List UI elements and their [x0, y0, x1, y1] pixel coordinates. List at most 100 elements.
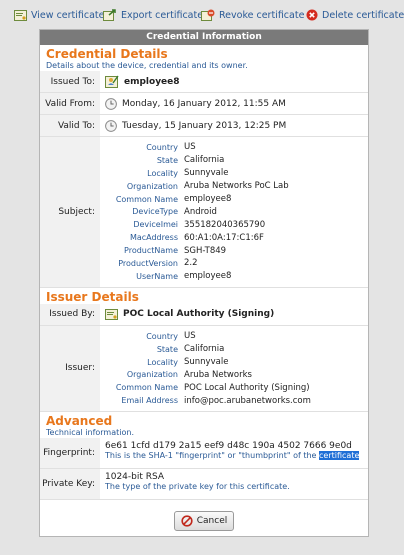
field-value: 2.2: [184, 258, 198, 269]
subject-field: Organization Aruba Networks PoC Lab: [100, 180, 368, 193]
field-key: Organization: [126, 370, 178, 380]
field-key: Email Address: [121, 396, 178, 406]
valid-to-value: Tuesday, 15 January 2013, 12:25 PM: [122, 120, 287, 131]
valid-from-value-cell: Monday, 16 January 2012, 11:55 AM: [100, 93, 368, 114]
delete-certificate-link[interactable]: Delete certificate: [306, 8, 404, 22]
fingerprint-label: Fingerprint:: [40, 438, 100, 469]
field-value: Aruba Networks: [184, 369, 252, 380]
issued-to-value-cell: employee8: [100, 71, 368, 92]
field-key: Country: [146, 142, 178, 152]
valid-from-row: Valid From: Monday, 16 January 2012, 11:…: [40, 93, 368, 115]
field-value: California: [184, 155, 225, 166]
private-key-row: Private Key: 1024-bit RSA The type of th…: [40, 469, 368, 501]
issuer-field: State California: [100, 343, 368, 356]
issuer-field: Country US: [100, 330, 368, 343]
issued-by-row: Issued By: POC Local Authority (Signing): [40, 303, 368, 326]
toolbar: View certificate Export certificate Revo…: [0, 0, 404, 30]
field-key: Common Name: [115, 383, 178, 393]
subject-field: Locality Sunnyvale: [100, 167, 368, 180]
issuer-field: Locality Sunnyvale: [100, 356, 368, 369]
issued-to-label: Issued To:: [40, 71, 100, 92]
clock-icon: [105, 97, 117, 110]
certificate-icon: [105, 308, 118, 320]
delete-icon: [306, 9, 318, 21]
field-key: DeviceImei: [133, 220, 178, 230]
field-value: employee8: [184, 271, 232, 282]
subject-field: UserName employee8: [100, 270, 368, 283]
subject-field: Country US: [100, 141, 368, 154]
field-value: POC Local Authority (Signing): [184, 382, 310, 393]
subject-label: Subject:: [40, 137, 100, 287]
valid-to-value-cell: Tuesday, 15 January 2013, 12:25 PM: [100, 115, 368, 136]
advanced-title: Advanced: [46, 414, 113, 429]
fingerprint-value-cell: 6e61 1cfd d179 2a15 eef9 d48c 190a 4502 …: [100, 438, 368, 468]
private-key-value-cell: 1024-bit RSA The type of the private key…: [100, 469, 368, 499]
subject-field: Common Name employee8: [100, 193, 368, 206]
issued-by-value: POC Local Authority (Signing): [123, 309, 275, 320]
issued-to-value: employee8: [124, 76, 180, 87]
subject-field: State California: [100, 154, 368, 167]
field-value: Aruba Networks PoC Lab: [184, 181, 289, 192]
view-certificate-link[interactable]: View certificate: [14, 8, 105, 22]
advanced-section: Advanced Technical information.: [40, 412, 368, 438]
field-value: SGH-T849: [184, 245, 227, 256]
fingerprint-hint-text: This is the SHA-1 "fingerprint" or "thum…: [105, 451, 320, 461]
export-certificate-link[interactable]: Export certificate: [103, 8, 203, 22]
valid-to-row: Valid To: Tuesday, 15 January 2013, 12:2…: [40, 115, 368, 137]
revoke-icon: [201, 9, 215, 21]
field-key: Country: [146, 331, 178, 341]
issued-to-row: Issued To: employee8: [40, 71, 368, 93]
issuer-label: Issuer:: [40, 325, 100, 412]
fingerprint-hint: This is the SHA-1 "fingerprint" or "thum…: [105, 451, 368, 461]
subject-field: ProductName SGH-T849: [100, 244, 368, 257]
issuer-row: Issuer: Country US State California Locali…: [40, 325, 368, 413]
issued-by-value-cell: POC Local Authority (Signing): [100, 304, 368, 325]
private-key-hint: The type of the private key for this cer…: [105, 482, 290, 492]
field-key: ProductVersion: [118, 258, 178, 268]
field-key: Locality: [147, 357, 178, 367]
credential-information-panel: Credential Information Credential Detail…: [39, 29, 369, 537]
field-value: US: [184, 142, 196, 153]
field-key: Common Name: [115, 194, 178, 204]
issuer-details-section: Issuer Details: [40, 288, 368, 304]
user-certificate-icon: [105, 75, 119, 88]
subject-row: Subject: Country US State California Local…: [40, 137, 368, 288]
field-key: MacAddress: [129, 233, 178, 243]
field-value: Sunnyvale: [184, 357, 229, 368]
private-key-value: 1024-bit RSA: [105, 472, 165, 483]
clock-icon: [105, 119, 117, 132]
field-key: State: [156, 155, 178, 165]
field-value: California: [184, 344, 225, 355]
fingerprint-hint-highlight: certificate: [319, 451, 360, 461]
cancel-button[interactable]: Cancel: [173, 511, 235, 531]
field-key: State: [156, 344, 178, 354]
field-key: Locality: [147, 168, 178, 178]
valid-from-label: Valid From:: [40, 93, 100, 114]
revoke-certificate-link[interactable]: Revoke certificate: [201, 8, 304, 22]
field-value: 60:A1:0A:17:C1:6F: [184, 232, 264, 243]
field-value: employee8: [184, 194, 232, 204]
private-key-label: Private Key:: [40, 469, 100, 500]
credential-details-section: Credential Details Details about the dev…: [40, 45, 368, 71]
issuer-field: Organization Aruba Networks: [100, 368, 368, 381]
issuer-fields: Country US State California Locality Sunnyv…: [100, 326, 368, 411]
subject-field: MacAddress 60:A1:0A:17:C1:6F: [100, 231, 368, 244]
credential-details-title: Credential Details: [46, 47, 168, 61]
button-area: Cancel: [40, 506, 368, 536]
field-value: US: [184, 331, 196, 342]
fingerprint-row: Fingerprint: 6e61 1cfd d179 2a15 eef9 d4…: [40, 438, 368, 470]
field-value: Android: [184, 206, 217, 217]
field-key: DeviceType: [132, 207, 178, 217]
export-icon: [103, 9, 116, 21]
subject-fields: Country US State California Locality Sunnyv…: [100, 137, 368, 287]
valid-from-value: Monday, 16 January 2012, 11:55 AM: [122, 98, 286, 109]
panel-title: Credential Information: [40, 30, 368, 45]
valid-to-label: Valid To:: [40, 115, 100, 136]
field-value: 355182040365790: [184, 219, 266, 230]
field-key: Organization: [126, 181, 178, 191]
subject-field: DeviceImei 355182040365790: [100, 218, 368, 231]
fingerprint-value: 6e61 1cfd d179 2a15 eef9 d48c 190a 4502 …: [105, 441, 352, 452]
subject-field: ProductVersion 2.2: [100, 257, 368, 270]
certificate-icon: [14, 9, 27, 21]
cancel-label: Cancel: [196, 516, 228, 526]
